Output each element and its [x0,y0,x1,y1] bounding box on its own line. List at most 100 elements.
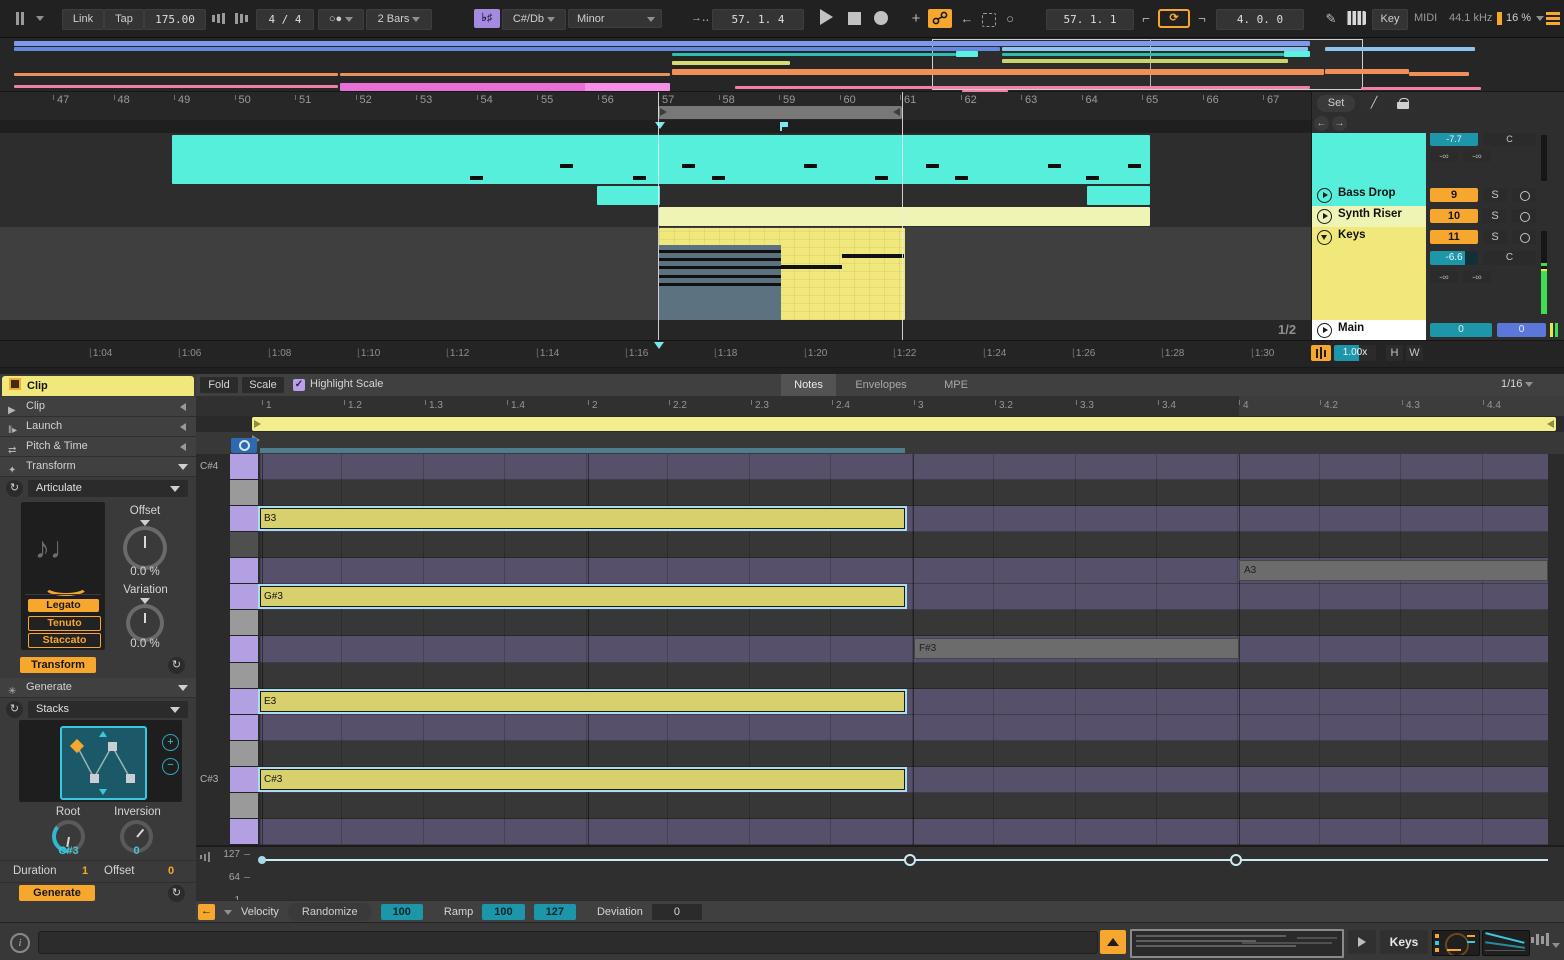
piano-key[interactable] [230,793,258,819]
track-volume-slider[interactable]: -6.6 [1430,251,1478,265]
loop-start-marker-icon[interactable] [655,122,665,129]
piano-key[interactable] [230,584,258,610]
piano-key[interactable] [230,663,258,689]
arrangement-track-lane[interactable] [0,227,1311,321]
prev-marker-button[interactable]: ← [1314,116,1329,131]
fold-button[interactable]: Fold [200,377,238,393]
tempo-field[interactable]: 175.00 [144,9,206,30]
piano-roll-row[interactable] [260,480,1548,506]
send-field[interactable]: -∞ [1463,271,1491,283]
device-title-keys[interactable]: Keys [1380,930,1428,954]
remove-stack-button[interactable]: − [162,758,179,775]
send-field[interactable]: -∞ [1430,271,1458,283]
set-locator-button[interactable]: Set [1317,95,1355,112]
track-color-block[interactable]: Keys [1312,227,1426,321]
headphone-cue-button[interactable] [1512,188,1536,202]
locator-flag-icon[interactable] [780,122,782,131]
arrangement-clip[interactable] [659,207,1150,226]
overview-clip-segment[interactable] [1361,87,1481,90]
nudge-down-button[interactable] [208,9,229,28]
tab-mpe[interactable]: MPE [926,374,986,396]
track-volume-field[interactable]: -7.7 [1430,133,1478,146]
variation-value[interactable]: 0.0 % [110,638,180,650]
ghost-note[interactable]: F#3 [914,638,1239,659]
piano-key[interactable] [230,558,258,584]
draw-mode-pencil-icon[interactable]: ✎ [1322,9,1340,28]
overview-clip-segment[interactable] [1284,51,1310,57]
arrangement-lanes[interactable] [0,133,1311,340]
track-color-block[interactable]: Bass Drop [1312,185,1426,207]
meter-caret-icon[interactable] [1552,939,1560,951]
headphone-cue-button[interactable] [1512,230,1536,244]
overview-clip-segment[interactable] [956,51,978,57]
clip-loop-row[interactable] [196,416,1564,432]
velocity-point-ring[interactable] [1230,854,1242,866]
piano-key[interactable] [230,610,258,636]
piano-key[interactable] [230,454,258,480]
computer-midi-keyboard-icon[interactable] [1346,11,1366,25]
deviation-field[interactable]: 0 [652,904,702,920]
track-header-row[interactable]: Keys11S-6.6C-∞-∞ [1312,227,1564,320]
piano-key[interactable] [230,480,258,506]
generate-mode-select[interactable]: Stacks [28,701,188,718]
overview-clip-segment[interactable] [14,41,1310,46]
output-meter-icon[interactable] [1530,933,1550,946]
selection-box-icon[interactable] [982,13,996,27]
piano-roll-row[interactable] [260,741,1548,767]
overview-clip-segment[interactable] [1002,59,1288,63]
overview-clip-segment[interactable] [1325,47,1475,51]
piano-key[interactable] [230,636,258,663]
section-generate[interactable]: ✳Generate [0,678,196,698]
highlight-scale-checkbox[interactable]: ✓ [293,379,305,391]
tenuto-button[interactable]: Tenuto [28,616,101,631]
section-pitch-time[interactable]: ⇄Pitch & Time [0,437,196,457]
main-volume-field[interactable]: 0 [1430,323,1492,337]
ghost-note[interactable]: A3 [1239,560,1548,581]
loop-switch[interactable]: ⟳ [1158,9,1190,28]
overview-clip-segment[interactable] [672,69,1324,75]
generate-refresh-icon[interactable]: ↻ [6,701,23,718]
info-icon[interactable]: i [10,933,30,953]
piano-roll-grid[interactable]: C#4C#3A3F#3B3G#3E3C#3 [196,454,1564,845]
track-header-row[interactable]: Main001/2 [1312,320,1564,340]
piano-roll-row[interactable] [260,636,1548,663]
tab-notes[interactable]: Notes [781,374,836,396]
pencil-automation-button[interactable]: ╱ [1361,95,1387,112]
time-signature-field[interactable]: 4 / 4 [256,9,314,30]
piano-roll-row[interactable] [260,715,1548,741]
piano-key[interactable] [230,741,258,767]
add-stack-button[interactable]: + [162,734,179,751]
main-pan-field[interactable]: 0 [1497,323,1546,337]
loop-start-field[interactable]: 57. 1. 1 [1046,9,1134,30]
section-clip[interactable]: ▶Clip [0,397,196,417]
punch-in-icon[interactable]: ⌐ [1138,9,1154,28]
velocity-point-ring[interactable] [904,854,916,866]
legato-button[interactable]: Legato [28,599,99,612]
ramp-from-field[interactable]: 100 [482,904,524,920]
ramp-to-field[interactable]: 127 [534,904,576,920]
arrangement-overview[interactable] [0,38,1564,92]
track-play-icon[interactable] [1317,230,1332,245]
grid-resolution-menu[interactable]: 1/16 [1501,378,1533,390]
piano-roll-row[interactable] [260,663,1548,689]
midi-note[interactable]: E3 [260,691,905,712]
transform-mode-select[interactable]: Articulate [28,480,188,497]
piano-key[interactable] [230,715,258,741]
send-field[interactable]: -∞ [1430,150,1458,162]
key-root-select[interactable]: C#/Db [502,9,566,30]
track-color-block[interactable]: Main [1312,320,1426,341]
overview-clip-segment[interactable] [735,86,1310,89]
variation-knob[interactable] [126,604,164,642]
cpu-load-label[interactable]: 16 % [1506,9,1531,28]
draw-circle-icon[interactable]: ○ [1002,9,1018,28]
section-launch[interactable]: ‖▸Launch [0,417,196,437]
overview-clip-segment[interactable] [585,83,670,91]
link-button[interactable]: Link [62,9,104,30]
root-value[interactable]: C#3 [42,845,95,857]
lane-menu-caret-icon[interactable] [224,910,232,915]
record-button[interactable] [874,9,888,28]
midi-channel-box[interactable]: 11 [1430,230,1478,244]
follow-button[interactable]: →‥ [688,9,712,28]
solo-button[interactable]: S [1483,188,1507,202]
lane-fold-button[interactable]: ← [198,904,215,920]
